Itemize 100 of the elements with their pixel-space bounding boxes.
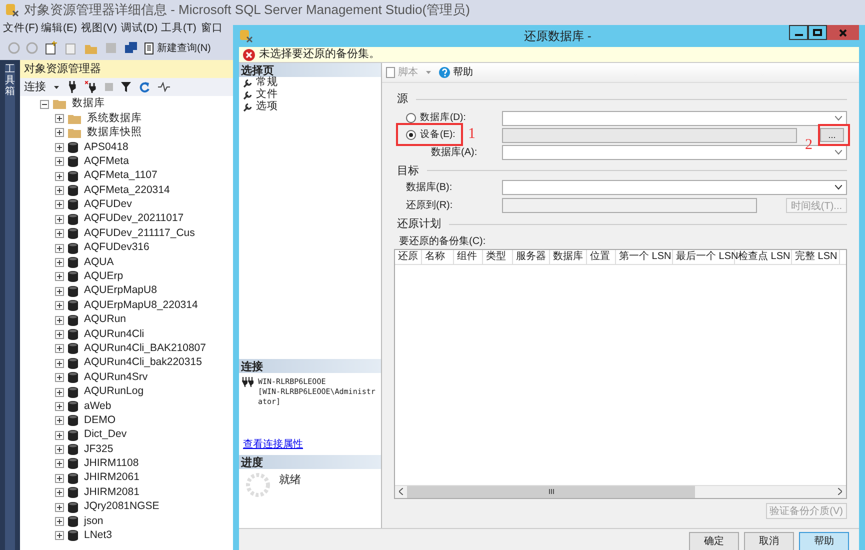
tree-item[interactable]: AQFUDev_20211017	[84, 211, 184, 228]
toolbar-button[interactable]: 帮助	[439, 65, 473, 80]
dialog-button[interactable]: 确定	[689, 532, 739, 550]
tree-item[interactable]: JHIRM1108	[84, 456, 139, 472]
menu-item[interactable]: 窗口	[198, 21, 224, 37]
tree-item[interactable]: AQFMeta_1107	[84, 168, 158, 184]
expand-toggle[interactable]	[55, 388, 64, 396]
radio-button[interactable]	[406, 130, 416, 140]
maximize-button[interactable]	[808, 25, 827, 40]
column-header[interactable]: 服务器	[513, 250, 550, 264]
page-item[interactable]: 常规	[239, 77, 381, 89]
expand-toggle[interactable]	[55, 128, 64, 138]
expand-toggle[interactable]	[55, 358, 64, 368]
scrollbar-thumb[interactable]	[407, 486, 695, 498]
expand-toggle[interactable]	[55, 200, 64, 210]
tree-item[interactable]: JF325	[84, 442, 114, 458]
expand-toggle[interactable]	[40, 100, 49, 109]
close-button[interactable]	[827, 25, 859, 40]
tree-item[interactable]: AQURunLog	[84, 384, 144, 400]
expand-toggle[interactable]	[55, 344, 64, 354]
tree-item[interactable]: AQUErpMapU8_220314	[84, 298, 198, 314]
column-header[interactable]: 位置	[587, 250, 616, 264]
tree-item[interactable]: Dict_Dev	[84, 427, 127, 444]
menu-item[interactable]: 文件(F)	[0, 21, 38, 37]
expand-toggle[interactable]	[55, 474, 64, 483]
tree-item[interactable]: JHIRM2081	[84, 484, 140, 501]
tree-item[interactable]: AQURun4Cli_BAK210807	[84, 340, 206, 357]
minimize-button[interactable]	[789, 25, 808, 40]
tree-item[interactable]: JQry2081NGSE	[84, 499, 160, 516]
tree-item[interactable]: AQURun4Cli	[84, 326, 144, 342]
page-item[interactable]: 文件	[239, 89, 381, 101]
expand-toggle[interactable]	[55, 531, 64, 540]
menu-item[interactable]: 视图(V)	[78, 21, 118, 37]
tree-item[interactable]: AQFUDev316	[84, 240, 150, 256]
side-tab[interactable]: 工具箱	[5, 64, 15, 550]
tree-item[interactable]: 数据库快照	[87, 125, 142, 141]
expand-toggle[interactable]	[55, 517, 64, 526]
tree-item[interactable]: 数据库	[72, 96, 105, 112]
expand-toggle[interactable]	[55, 229, 64, 238]
expand-toggle[interactable]	[55, 114, 64, 124]
expand-toggle[interactable]	[55, 459, 64, 468]
expand-toggle[interactable]	[55, 402, 64, 411]
column-header[interactable]: 名称	[422, 250, 454, 264]
tree-item[interactable]: aWeb	[84, 398, 112, 414]
menu-item[interactable]: 调试(D)	[118, 21, 158, 37]
expand-toggle[interactable]	[55, 244, 64, 253]
menu-item[interactable]: 工具(T)	[158, 21, 198, 37]
expand-toggle[interactable]	[55, 286, 64, 296]
connection-properties-link[interactable]: 查看连接属性	[243, 438, 303, 450]
tree-item[interactable]: AQUErp	[84, 269, 124, 285]
browse-button[interactable]: ...	[820, 128, 844, 142]
expand-toggle[interactable]	[55, 330, 64, 339]
expand-toggle[interactable]	[55, 430, 64, 440]
tree-item[interactable]: DEMO	[84, 412, 116, 429]
expand-toggle[interactable]	[55, 258, 64, 267]
caret-icon[interactable]	[54, 86, 59, 88]
expand-toggle[interactable]	[55, 316, 64, 325]
expand-toggle[interactable]	[55, 445, 64, 454]
column-header[interactable]: 类型	[483, 250, 513, 264]
expand-toggle[interactable]	[55, 142, 64, 152]
expand-toggle[interactable]	[55, 172, 64, 181]
column-header[interactable]: 组件	[454, 250, 483, 264]
column-header[interactable]: 还原	[395, 250, 422, 264]
expand-toggle[interactable]	[55, 373, 64, 382]
refresh-icon[interactable]	[139, 82, 150, 92]
expand-toggle[interactable]	[55, 301, 64, 310]
tree-item[interactable]: AQFUDev	[84, 197, 132, 213]
tree-item[interactable]: AQUErpMapU8	[84, 283, 157, 300]
tree-item[interactable]: AQUA	[84, 254, 114, 270]
dialog-button[interactable]: 帮助	[799, 532, 849, 550]
restore-to-field[interactable]	[502, 198, 757, 212]
dialog-button[interactable]: 取消	[744, 532, 794, 550]
filter-icon[interactable]	[121, 82, 131, 92]
tree-item[interactable]: AQURun4Cli_bak220315	[84, 355, 202, 372]
tree-item[interactable]: APS0418	[84, 140, 128, 156]
disconnect-icon[interactable]	[85, 81, 97, 93]
new-project-icon[interactable]	[44, 41, 58, 55]
column-header[interactable]: 完整 LSN	[792, 250, 840, 264]
option-label[interactable]: 设备(E):	[420, 128, 456, 142]
tree-item[interactable]: json	[84, 514, 104, 530]
column-header[interactable]: 数据库	[550, 250, 587, 264]
new-query-button[interactable]: 新建查询(N)	[144, 40, 211, 56]
column-header[interactable]: 最后一个 LSN	[673, 250, 735, 264]
menu-item[interactable]: 编辑(E)	[38, 21, 78, 37]
expand-toggle[interactable]	[55, 214, 64, 224]
option-label[interactable]: 数据库(D):	[420, 110, 466, 126]
radio-button[interactable]	[406, 113, 416, 123]
expand-toggle[interactable]	[55, 157, 64, 166]
device-field[interactable]	[502, 128, 797, 142]
save-all-icon[interactable]	[124, 41, 138, 55]
tree-item[interactable]: AQFUDev_211117_Cus	[84, 226, 195, 242]
page-item[interactable]: 选项	[239, 101, 381, 113]
plug-icon[interactable]	[67, 81, 77, 93]
expand-toggle[interactable]	[55, 186, 64, 196]
expand-toggle[interactable]	[55, 416, 64, 426]
tree-item[interactable]: AQFMeta_220314	[84, 182, 170, 198]
activity-icon[interactable]	[158, 82, 170, 92]
expand-toggle[interactable]	[55, 272, 64, 282]
tree-item[interactable]: JHIRM2061	[84, 470, 140, 486]
tree-item[interactable]: AQURun	[84, 312, 126, 328]
